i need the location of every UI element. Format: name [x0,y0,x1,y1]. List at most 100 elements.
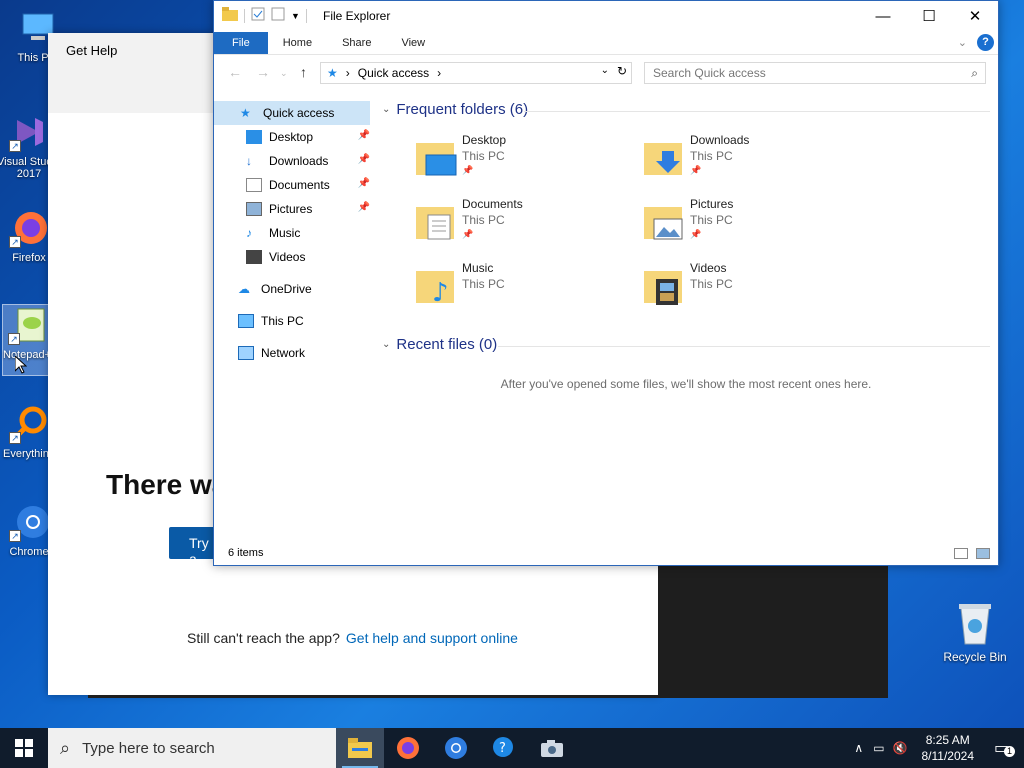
tab-view[interactable]: View [386,32,440,54]
recent-files-header[interactable]: ⌄ Recent files (0) [382,336,497,353]
address-bar[interactable]: ★ › Quick access › ⌄ ↻ [320,62,632,84]
nav-label: Music [269,226,301,240]
mouse-cursor-icon [14,354,28,377]
pin-icon: 📌 [357,202,370,213]
folder-tile-desktop[interactable]: Desktop This PC 📌 [416,133,616,189]
nav-onedrive[interactable]: ☁ OneDrive [214,277,374,301]
refresh-icon[interactable]: ↻ [617,64,627,78]
explorer-titlebar[interactable]: ▼ File Explorer — ☐ ✕ [214,1,998,32]
properties-icon[interactable] [251,7,265,24]
content-pane: ⌄ Frequent folders (6) Desktop This PC 📌… [374,101,998,541]
clock[interactable]: 8:25 AM 8/11/2024 [922,732,975,764]
expand-ribbon-icon[interactable]: ⌄ [958,36,967,49]
customize-dropdown-icon[interactable]: ▼ [291,11,300,21]
breadcrumb-quick-access[interactable]: Quick access [358,66,429,80]
chromium-icon: ↗ [9,502,49,542]
status-bar: 6 items [214,541,998,565]
nav-label: This PC [261,314,304,328]
show-hidden-icons-chevron-icon[interactable]: ∧ [854,741,863,755]
folder-tile-music[interactable]: ♪ Music This PC [416,261,616,317]
qat-separator [305,8,307,23]
desktop-icon-recycle-bin[interactable]: Recycle Bin [938,600,1012,664]
dark-window-area [658,565,888,697]
recycle-bin-label: Recycle Bin [943,650,1007,664]
shortcut-arrow-icon: ↗ [8,333,20,345]
close-button[interactable]: ✕ [952,1,998,32]
network-icon [238,346,254,360]
taskbar-search-box[interactable]: ⌕ Type here to search [48,728,336,768]
get-help-title: Get Help [66,43,118,58]
network-status-icon[interactable]: ▭ [873,741,884,755]
taskbar-camera[interactable] [528,728,576,768]
group-divider [498,346,990,347]
tab-share[interactable]: Share [327,32,386,54]
error-title: There wa [106,469,228,500]
window-title: File Explorer [323,9,391,23]
tab-file[interactable]: File [214,32,268,54]
tab-home[interactable]: Home [268,32,327,54]
details-view-icon[interactable] [954,548,968,559]
nav-desktop[interactable]: Desktop 📌 [214,125,374,149]
nav-label: Network [261,346,306,360]
clock-date: 8/11/2024 [921,749,975,763]
frequent-folders-header[interactable]: ⌄ Frequent folders (6) [382,101,528,118]
nav-music[interactable]: ♪ Music [214,221,374,245]
taskbar-firefox[interactable] [384,728,432,768]
volume-muted-icon[interactable]: 🔇 [893,741,908,755]
nav-pictures[interactable]: Pictures 📌 [214,197,374,221]
folder-tile-videos[interactable]: Videos This PC [644,261,844,317]
new-folder-icon[interactable] [271,7,285,24]
folder-tile-downloads[interactable]: Downloads This PC 📌 [644,133,844,189]
folder-tile-pictures[interactable]: Pictures This PC 📌 [644,197,844,253]
search-input[interactable]: Search Quick access ⌕ [644,62,986,84]
desktop-folder-icon [416,139,458,177]
nav-documents[interactable]: Documents 📌 [214,173,374,197]
pin-icon: 📌 [462,229,474,239]
taskbar-get-help[interactable]: ? [480,728,528,768]
group-divider [524,111,990,112]
taskbar-file-explorer[interactable] [336,728,384,768]
nav-network[interactable]: Network [214,341,374,365]
windows-logo-icon [15,739,33,757]
forward-arrow-icon[interactable]: → [256,64,270,80]
nav-label: Desktop [269,130,314,144]
taskbar-chromium[interactable] [432,728,480,768]
notification-center-button[interactable]: ▭ 1 [984,728,1024,768]
downloads-arrow-icon: ↓ [246,154,252,168]
nav-quick-access[interactable]: ★ Quick access [214,101,370,125]
nav-label: OneDrive [261,282,312,296]
large-icons-view-icon[interactable] [976,548,990,559]
ribbon-tabs: File Home Share View ⌄ ? [214,32,998,54]
folder-location: This PC [462,149,505,163]
folder-name: Videos [690,261,727,275]
start-button[interactable] [0,728,48,768]
nav-videos[interactable]: Videos [214,245,374,269]
support-link[interactable]: Get help and support online [346,630,518,646]
videos-folder-icon [644,267,686,305]
up-arrow-icon[interactable]: ↑ [300,64,307,80]
minimize-button[interactable]: — [860,1,906,32]
back-arrow-icon[interactable]: ← [228,64,242,80]
clock-time: 8:25 AM [925,733,970,747]
folder-location: This PC [690,277,733,291]
nav-label: Downloads [269,154,329,168]
pin-icon: 📌 [690,165,702,175]
address-row: ← → ⌄ ↑ ★ › Quick access › ⌄ ↻ Search Qu… [214,54,998,90]
nav-downloads[interactable]: ↓ Downloads 📌 [214,149,374,173]
desktop-icon-notepad-plus-plus[interactable]: ↗ Notepad++ [2,304,57,376]
nav-this-pc[interactable]: This PC [214,309,374,333]
chevron-down-icon: ⌄ [382,339,391,350]
maximize-button[interactable]: ☐ [906,1,952,32]
help-icon[interactable]: ? [977,34,994,51]
nav-label: Quick access [263,106,335,120]
address-dropdown-icon[interactable]: ⌄ [601,65,609,76]
firefox-icon [397,737,419,759]
pin-icon: 📌 [357,154,370,165]
folder-tile-documents[interactable]: Documents This PC 📌 [416,197,616,253]
music-note-icon: ♪ [246,226,252,240]
recent-files-label: Recent files (0) [396,336,498,353]
pin-icon: 📌 [690,229,702,239]
taskbar-search-placeholder: Type here to search [82,739,215,757]
notification-count-badge: 1 [1004,746,1015,757]
recent-locations-icon[interactable]: ⌄ [280,68,288,79]
